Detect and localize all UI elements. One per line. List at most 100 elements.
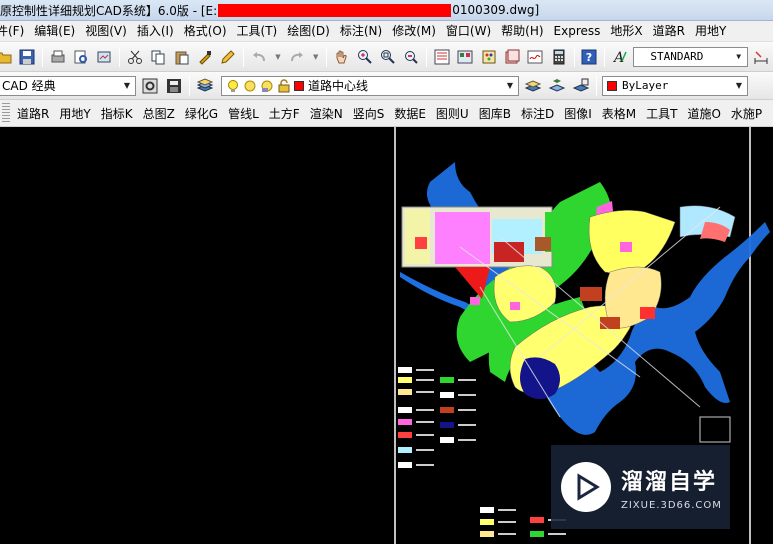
undo-icon[interactable] bbox=[249, 47, 269, 67]
menu-dimension[interactable]: 标注(N) bbox=[335, 22, 387, 41]
open-folder-icon[interactable] bbox=[0, 47, 13, 67]
zoom-previous-icon[interactable] bbox=[402, 47, 421, 67]
workspace-save-icon[interactable] bbox=[164, 76, 184, 96]
text-style-select[interactable]: STANDARD ▼ bbox=[633, 46, 748, 67]
svg-text:A: A bbox=[612, 50, 624, 65]
menu-terrain[interactable]: 地形X bbox=[605, 22, 647, 41]
toolbar-separator bbox=[243, 46, 245, 67]
watermark-url: ZIXUE.3D66.COM bbox=[621, 499, 722, 511]
markup-icon[interactable] bbox=[526, 47, 545, 67]
plugin-menu-water[interactable]: 水施P bbox=[726, 105, 767, 122]
plugin-menu-landuse[interactable]: 用地Y bbox=[54, 105, 95, 122]
redacted-path bbox=[218, 3, 452, 17]
plugin-menu-bar: 道路R 用地Y 指标K 总图Z 绿化G 管线L 土方F 渲染N 竖向S 数据E … bbox=[0, 100, 773, 127]
publish-icon[interactable] bbox=[95, 47, 114, 67]
save-icon[interactable] bbox=[17, 47, 36, 67]
workspace-select[interactable]: CAD 经典 ▼ bbox=[0, 75, 136, 96]
cut-icon[interactable] bbox=[125, 47, 144, 67]
toolbar-separator bbox=[596, 75, 597, 96]
lightbulb-icon bbox=[226, 79, 240, 93]
window-title-suffix: 0100309.dwg] bbox=[452, 3, 540, 17]
menu-modify[interactable]: 修改(M) bbox=[387, 22, 441, 41]
chevron-down-icon: ▼ bbox=[735, 81, 743, 90]
chevron-down-icon: ▼ bbox=[736, 52, 742, 61]
toolbar-separator bbox=[573, 46, 575, 67]
menu-insert[interactable]: 插入(I) bbox=[132, 22, 179, 41]
plugin-menu-annotate[interactable]: 标注D bbox=[516, 105, 559, 122]
tool-palettes-icon[interactable] bbox=[479, 47, 498, 67]
zoom-window-icon[interactable] bbox=[378, 47, 397, 67]
menu-landuse[interactable]: 用地Y bbox=[690, 22, 731, 41]
menu-bar: 件(F) 编辑(E) 视图(V) 插入(I) 格式(O) 工具(T) 绘图(D)… bbox=[0, 21, 773, 42]
plugin-menu-render[interactable]: 渲染N bbox=[305, 105, 348, 122]
chevron-down-icon: ▼ bbox=[506, 81, 514, 90]
menu-help[interactable]: 帮助(H) bbox=[496, 22, 548, 41]
help-icon[interactable]: ? bbox=[580, 47, 599, 67]
design-center-icon[interactable] bbox=[456, 47, 475, 67]
workspace-settings-icon[interactable] bbox=[140, 76, 160, 96]
layer-previous-icon[interactable] bbox=[547, 76, 567, 96]
plugin-menu-tools[interactable]: 工具T bbox=[641, 105, 682, 122]
svg-text:?: ? bbox=[586, 51, 592, 64]
zoom-realtime-icon[interactable] bbox=[355, 47, 374, 67]
plugin-menu-data[interactable]: 数据E bbox=[389, 105, 431, 122]
match-properties-icon[interactable] bbox=[195, 47, 214, 67]
plugin-menu-master-plan[interactable]: 总图Z bbox=[138, 105, 180, 122]
layer-states-icon[interactable] bbox=[571, 76, 591, 96]
menu-road[interactable]: 道路R bbox=[648, 22, 690, 41]
layers-toolbar: CAD 经典 ▼ 道路中心线 ▼ ByLayer ▼ bbox=[0, 72, 773, 100]
sun-icon bbox=[243, 79, 257, 93]
toolbar-separator bbox=[41, 46, 43, 67]
plugin-menu-road[interactable]: 道路R bbox=[12, 105, 54, 122]
paste-icon[interactable] bbox=[172, 47, 191, 67]
menu-draw[interactable]: 绘图(D) bbox=[282, 22, 335, 41]
text-style-icon[interactable]: A bbox=[610, 47, 629, 67]
toolbar-grip[interactable] bbox=[2, 103, 10, 123]
pan-icon[interactable] bbox=[332, 47, 351, 67]
menu-window[interactable]: 窗口(W) bbox=[441, 22, 496, 41]
plugin-menu-greening[interactable]: 绿化G bbox=[180, 105, 223, 122]
copy-icon[interactable] bbox=[148, 47, 167, 67]
layer-select[interactable]: 道路中心线 ▼ bbox=[221, 75, 519, 96]
plot-red bbox=[640, 307, 655, 319]
commercial-block bbox=[435, 212, 490, 264]
make-layer-current-icon[interactable] bbox=[523, 76, 543, 96]
plot-icon[interactable] bbox=[48, 47, 67, 67]
industrial-zone bbox=[520, 357, 560, 399]
toolbar-separator bbox=[426, 46, 428, 67]
toolbar-separator bbox=[119, 46, 121, 67]
calculator-icon[interactable] bbox=[549, 47, 568, 67]
properties-icon[interactable] bbox=[432, 47, 451, 67]
menu-file[interactable]: 件(F) bbox=[0, 22, 29, 41]
menu-express[interactable]: Express bbox=[549, 22, 606, 41]
plugin-menu-index[interactable]: 指标K bbox=[96, 105, 138, 122]
print-preview-icon[interactable] bbox=[71, 47, 90, 67]
plugin-menu-earthwork[interactable]: 土方F bbox=[264, 105, 305, 122]
plugin-menu-image[interactable]: 图像I bbox=[559, 105, 597, 122]
standard-toolbar: ▼ ▼ ? A STANDARD ▼ bbox=[0, 42, 773, 72]
menu-view[interactable]: 视图(V) bbox=[80, 22, 132, 41]
plugin-menu-vertical[interactable]: 竖向S bbox=[348, 105, 390, 122]
watermark: 溜溜自学 ZIXUE.3D66.COM bbox=[551, 445, 730, 529]
redo-icon[interactable] bbox=[287, 47, 307, 67]
plot-magenta bbox=[470, 297, 480, 305]
menu-format[interactable]: 格式(O) bbox=[179, 22, 232, 41]
undo-dropdown-icon[interactable]: ▼ bbox=[273, 47, 283, 67]
plugin-menu-library[interactable]: 图库B bbox=[474, 105, 516, 122]
layer-color-swatch bbox=[294, 80, 304, 91]
toolbar-separator bbox=[604, 46, 605, 67]
layer-properties-icon[interactable] bbox=[195, 76, 215, 96]
sheet-set-icon[interactable] bbox=[502, 47, 521, 67]
plugin-menu-table[interactable]: 表格M bbox=[597, 105, 641, 122]
color-control-select[interactable]: ByLayer ▼ bbox=[602, 75, 748, 96]
menu-tools[interactable]: 工具(T) bbox=[232, 22, 283, 41]
block-editor-icon[interactable] bbox=[219, 47, 238, 67]
plugin-menu-road-facilities[interactable]: 道施O bbox=[682, 105, 725, 122]
plugin-menu-pipeline[interactable]: 管线L bbox=[223, 105, 264, 122]
redo-dropdown-icon[interactable]: ▼ bbox=[311, 47, 321, 67]
dimension-style-icon[interactable] bbox=[752, 47, 771, 67]
plugin-menu-plan-sheet[interactable]: 图则U bbox=[431, 105, 474, 122]
menu-edit[interactable]: 编辑(E) bbox=[29, 22, 80, 41]
toolbar-separator bbox=[325, 46, 327, 67]
viewport-freeze-icon bbox=[260, 79, 274, 93]
